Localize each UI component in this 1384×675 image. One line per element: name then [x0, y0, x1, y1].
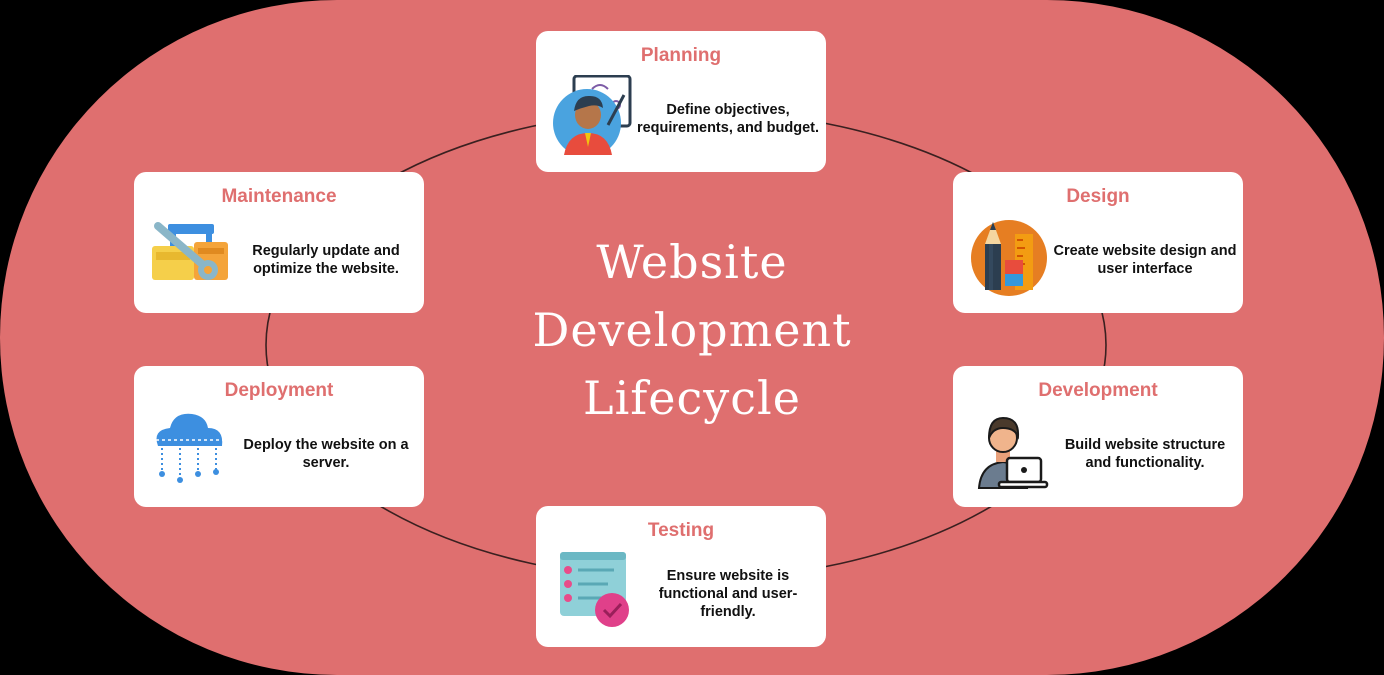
stage-description: Deploy the website on a server.: [243, 437, 409, 471]
presenter-whiteboard-icon: [553, 75, 632, 155]
stage-description: Create website design and user interface: [1053, 243, 1237, 277]
title-line-3: Lifecycle: [583, 371, 801, 425]
stage-card-planning: Planning Define objectives, requirements…: [536, 31, 826, 172]
stage-title: Design: [1066, 186, 1130, 207]
stage-title: Testing: [647, 520, 715, 541]
stage-card-maintenance: Maintenance Regularly update and optimiz…: [134, 172, 424, 313]
stage-card-testing: Testing Ensure website is functional and…: [536, 506, 826, 647]
diagram-title: Website Development Lifecycle: [492, 228, 892, 432]
stage-description: Regularly update and optimize the websit…: [252, 243, 400, 277]
pencil-ruler-icon: [971, 220, 1047, 296]
toolbox-wrench-icon: [152, 222, 228, 280]
diagram-canvas: Website Development Lifecycle Planning D…: [0, 0, 1384, 675]
title-line-2: Development: [532, 303, 852, 357]
stage-title: Maintenance: [221, 186, 337, 207]
stage-card-development: Development Build website structure and …: [953, 366, 1243, 507]
cloud-network-icon: [156, 413, 224, 483]
stage-card-design: Design Create website design and user in…: [953, 172, 1243, 313]
stage-title: Development: [1038, 380, 1158, 401]
title-line-1: Website: [596, 235, 788, 289]
stage-description: Define objectives, requirements, and bud…: [636, 102, 820, 136]
stage-card-deployment: Deployment Deploy the website on a serve…: [134, 366, 424, 507]
stage-description: Build website structure and functionalit…: [1064, 437, 1226, 471]
stage-title: Deployment: [224, 380, 334, 401]
checklist-icon: [560, 552, 629, 627]
stage-title: Planning: [640, 45, 722, 66]
developer-laptop-icon: [977, 416, 1049, 489]
stage-description: Ensure website is functional and user-fr…: [658, 568, 798, 620]
